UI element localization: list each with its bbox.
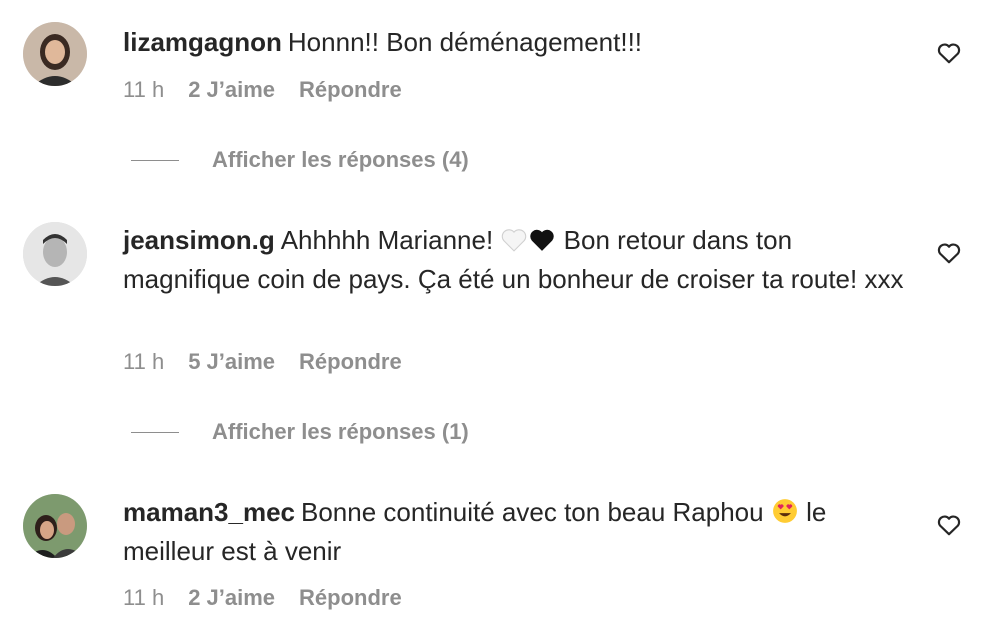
comment-body-start: Ahhhhh Marianne! bbox=[280, 225, 494, 255]
avatar-image bbox=[23, 222, 87, 286]
avatar[interactable] bbox=[23, 222, 87, 286]
comment-username[interactable]: jeansimon.g bbox=[123, 225, 275, 255]
heart-eyes-emoji-icon bbox=[772, 497, 798, 533]
comment-text: jeansimon.g Ahhhhh Marianne! Bon retour d… bbox=[123, 222, 913, 297]
avatar[interactable] bbox=[23, 494, 87, 558]
white-heart-icon bbox=[501, 225, 527, 261]
comment-meta: 11 h 2 J’aime Répondre bbox=[123, 76, 426, 104]
like-heart-icon[interactable] bbox=[936, 240, 962, 266]
comment-time: 11 h bbox=[123, 349, 165, 374]
avatar-image bbox=[23, 22, 87, 86]
comment-time: 11 h bbox=[123, 585, 165, 610]
comment-likes[interactable]: 2 J’aime bbox=[188, 77, 275, 102]
comment-time: 11 h bbox=[123, 77, 165, 102]
comment-likes[interactable]: 5 J’aime bbox=[188, 349, 275, 374]
view-replies-label: Afficher les réponses (1) bbox=[212, 419, 469, 444]
comment-meta: 11 h 2 J’aime Répondre bbox=[123, 584, 426, 612]
avatar-image bbox=[23, 494, 87, 558]
comment-body-start: Bonne continuité avec ton beau Raphou bbox=[301, 497, 764, 527]
view-replies-label: Afficher les réponses (4) bbox=[212, 147, 469, 172]
comment-likes[interactable]: 2 J’aime bbox=[188, 585, 275, 610]
comment-body: Honnn!! Bon déménagement!!! bbox=[287, 27, 643, 57]
view-replies-button[interactable]: Afficher les réponses (4) bbox=[131, 145, 469, 175]
reply-button[interactable]: Répondre bbox=[299, 585, 402, 610]
replies-divider bbox=[131, 431, 179, 433]
black-heart-icon bbox=[529, 225, 555, 261]
reply-button[interactable]: Répondre bbox=[299, 77, 402, 102]
replies-divider bbox=[131, 159, 179, 161]
comment-username[interactable]: maman3_mec bbox=[123, 497, 295, 527]
like-heart-icon[interactable] bbox=[936, 512, 962, 538]
avatar[interactable] bbox=[23, 22, 87, 86]
reply-button[interactable]: Répondre bbox=[299, 349, 402, 374]
like-heart-icon[interactable] bbox=[936, 40, 962, 66]
view-replies-button[interactable]: Afficher les réponses (1) bbox=[131, 417, 469, 447]
comment-text: lizamgagnon Honnn!! Bon déménagement!!! bbox=[123, 24, 913, 60]
comment-meta: 11 h 5 J’aime Répondre bbox=[123, 348, 426, 376]
comment-username[interactable]: lizamgagnon bbox=[123, 27, 282, 57]
comment-text: maman3_mec Bonne continuité avec ton beau… bbox=[123, 494, 913, 569]
